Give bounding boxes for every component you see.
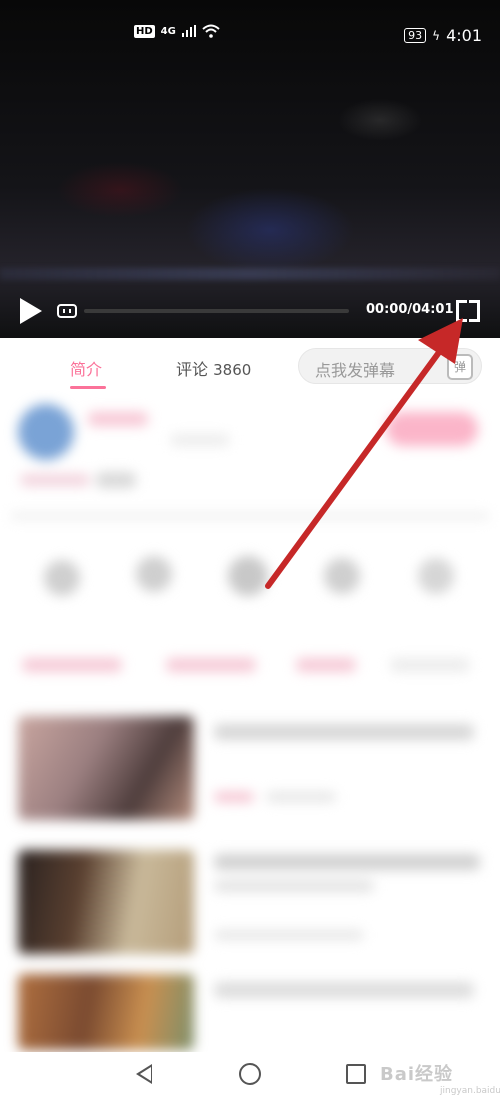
danmaku-placeholder: 点我发弹幕 <box>315 361 396 380</box>
avatar <box>18 404 74 460</box>
tab-indicator <box>70 386 106 389</box>
blurred-title <box>214 982 474 998</box>
battery-indicator: 93 <box>404 28 427 43</box>
watermark-url: jingyan.baidu.com <box>440 1086 500 1096</box>
blurred-tag <box>166 658 256 672</box>
tab-comments-count: 3860 <box>213 361 252 379</box>
tab-intro[interactable]: 简介 <box>70 356 102 380</box>
blurred-action <box>136 556 172 592</box>
timecode: 00:00/04:01 <box>366 302 454 317</box>
blurred-title <box>214 724 474 740</box>
blurred-divider <box>10 512 490 520</box>
blurred-tag <box>390 658 470 672</box>
blurred-action <box>324 558 360 594</box>
charging-icon: ϟ <box>432 28 441 43</box>
danmaku-send-button[interactable]: 弹 <box>447 354 473 380</box>
blurred-action <box>228 556 268 596</box>
blurred-tag <box>96 472 136 488</box>
play-icon[interactable] <box>20 298 42 324</box>
blurred-tag <box>20 474 90 486</box>
back-icon-inner <box>140 1067 151 1081</box>
related-video-thumb <box>18 716 194 820</box>
home-icon[interactable] <box>239 1063 261 1085</box>
progress-bar[interactable] <box>84 309 349 313</box>
signal-icon <box>181 25 196 37</box>
blurred-title <box>214 880 374 892</box>
tab-comments[interactable]: 评论 3860 <box>176 356 251 380</box>
hd-badge: HD <box>134 24 155 38</box>
wifi-icon <box>202 24 220 38</box>
player-controls: 00:00/04:01 <box>0 292 500 332</box>
danmaku-toggle-icon[interactable] <box>57 304 77 318</box>
recent-apps-icon[interactable] <box>346 1064 366 1084</box>
blurred-tag <box>296 658 356 672</box>
blurred-meta <box>214 792 254 802</box>
blurred-username <box>88 412 148 426</box>
danmaku-input[interactable]: 点我发弹幕 弹 <box>298 348 482 384</box>
blurred-meta <box>170 434 230 446</box>
blurred-meta <box>214 930 364 940</box>
status-bar: HD 4G 93 ϟ 4:01 <box>0 0 500 72</box>
watermark-logo: Bai经验 <box>380 1064 454 1085</box>
blurred-follow-button <box>386 412 478 446</box>
related-video-thumb <box>18 850 194 954</box>
network-type: 4G <box>160 25 176 37</box>
blurred-content <box>0 390 500 1050</box>
fullscreen-icon[interactable] <box>456 300 480 322</box>
status-time: 4:01 <box>446 26 482 45</box>
blurred-meta <box>266 792 336 802</box>
blurred-action <box>44 560 80 596</box>
blurred-action <box>418 558 454 594</box>
video-frame-detail <box>0 268 500 280</box>
related-video-thumb <box>18 974 194 1050</box>
blurred-title <box>214 854 480 870</box>
blurred-tag <box>22 658 122 672</box>
video-tabs: 简介 评论 3860 点我发弹幕 弹 <box>0 340 500 390</box>
tab-comments-label: 评论 <box>176 360 209 379</box>
